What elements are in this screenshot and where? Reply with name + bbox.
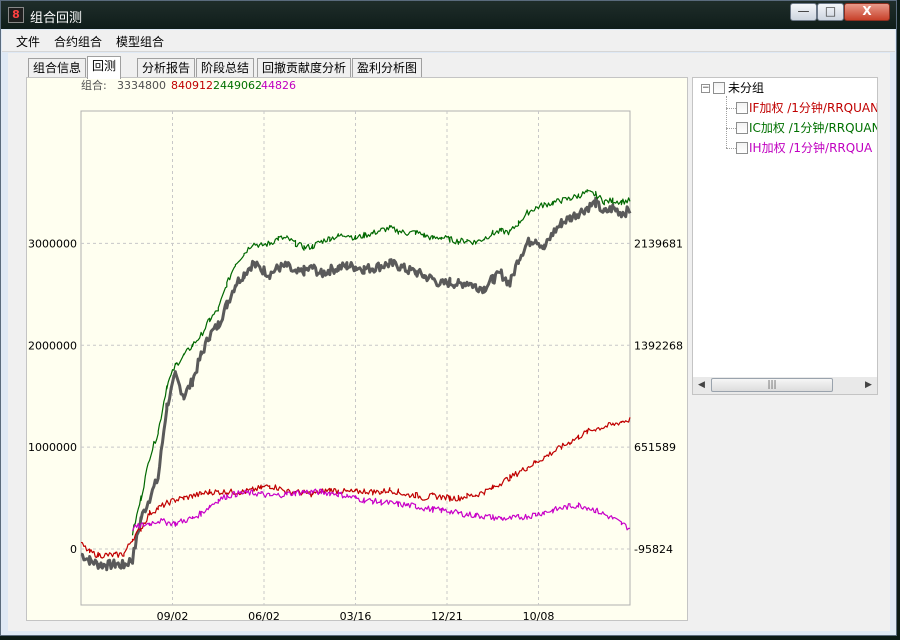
strategy-item-if[interactable]: IF加权 /1分钟/RRQUAN bbox=[749, 99, 877, 117]
strategy-checkbox-ih[interactable] bbox=[736, 142, 748, 154]
chart-header-label: 组合: bbox=[81, 78, 107, 92]
scroll-thumb[interactable]: ||| bbox=[711, 378, 833, 392]
app-icon: 8 bbox=[8, 7, 24, 23]
right-tick-label: 651589 bbox=[634, 441, 676, 454]
tree-branch bbox=[726, 128, 736, 129]
chart-header-ih-value: 44826 bbox=[261, 79, 296, 92]
minimize-button[interactable]: — bbox=[790, 3, 817, 21]
strategy-checkbox-ic[interactable] bbox=[736, 122, 748, 134]
tree-connector bbox=[726, 96, 727, 148]
equity-chart: 组合: 3334800 840912 2449062 44826 0 -95824… bbox=[26, 77, 688, 622]
maximize-button[interactable]: □ bbox=[817, 3, 844, 21]
strategy-tree-panel: − 未分组 IF加权 /1分钟/RRQUAN IC加权 /1分钟/RRQUAN … bbox=[692, 77, 878, 395]
scroll-right-icon[interactable]: ▶ bbox=[860, 377, 877, 394]
strategy-item-ic[interactable]: IC加权 /1分钟/RRQUAN bbox=[749, 119, 877, 137]
left-tick-label: 0 bbox=[70, 543, 77, 556]
right-lower-panel bbox=[692, 396, 878, 621]
strategy-item-ih[interactable]: IH加权 /1分钟/RRQUA bbox=[749, 139, 872, 157]
chart-header-if-value: 840912 bbox=[171, 79, 213, 92]
window-title: 组合回测 bbox=[30, 11, 83, 26]
tab-profit-analysis-chart[interactable]: 盈利分析图 bbox=[352, 58, 423, 78]
x-tick-label: 09/02 bbox=[157, 610, 189, 622]
tree-collapse-icon[interactable]: − bbox=[701, 84, 710, 93]
menu-file[interactable]: 文件 bbox=[16, 33, 40, 50]
menu-bar: 文件 合约组合 模型组合 bbox=[2, 30, 895, 52]
tree-root-label[interactable]: 未分组 bbox=[728, 79, 764, 97]
x-tick-label: 12/21 bbox=[431, 610, 463, 622]
left-tick-label: 2000000 bbox=[28, 339, 77, 352]
title-bar[interactable]: 8 组合回测 — □ X bbox=[1, 1, 896, 29]
x-tick-label: 06/02 bbox=[248, 610, 280, 622]
tree-branch bbox=[726, 108, 736, 109]
tab-drawdown-contribution[interactable]: 回撤贡献度分析 bbox=[257, 58, 352, 78]
tab-portfolio-info[interactable]: 组合信息 bbox=[28, 58, 87, 78]
scroll-left-icon[interactable]: ◀ bbox=[693, 377, 710, 394]
client-area: 组合信息 回测 分析报告 阶段总结 回撤贡献度分析 盈利分析图 组合: 3334… bbox=[8, 53, 890, 631]
backtest-window: 8 组合回测 — □ X 文件 合约组合 模型组合 组合信息 回测 分析报告 阶… bbox=[0, 0, 897, 636]
x-tick-label: 03/16 bbox=[340, 610, 372, 622]
close-button[interactable]: X bbox=[844, 3, 890, 21]
menu-model-portfolio[interactable]: 模型组合 bbox=[116, 33, 164, 50]
equity-chart-svg: 组合: 3334800 840912 2449062 44826 0 -95824… bbox=[28, 78, 683, 622]
left-tick-label: 3000000 bbox=[28, 237, 77, 250]
right-tick-label: -95824 bbox=[634, 543, 673, 556]
strategy-checkbox-if[interactable] bbox=[736, 102, 748, 114]
menu-contract-portfolio[interactable]: 合约组合 bbox=[54, 33, 102, 50]
right-tick-label: 2139681 bbox=[634, 237, 683, 250]
tab-backtest[interactable]: 回测 bbox=[87, 56, 122, 79]
tab-analysis-report[interactable]: 分析报告 bbox=[137, 58, 196, 78]
chart-header-combo-value: 3334800 bbox=[117, 79, 166, 92]
left-tick-label: 1000000 bbox=[28, 441, 77, 454]
chart-header-ic-value: 2449062 bbox=[213, 79, 262, 92]
x-tick-label: 10/08 bbox=[523, 610, 555, 622]
right-tick-label: 1392268 bbox=[634, 339, 683, 352]
horizontal-scrollbar[interactable]: ◀ ||| ▶ bbox=[693, 377, 877, 394]
group-checkbox[interactable] bbox=[713, 82, 725, 94]
tab-stage-summary[interactable]: 阶段总结 bbox=[196, 58, 255, 78]
tree-branch bbox=[726, 148, 736, 149]
